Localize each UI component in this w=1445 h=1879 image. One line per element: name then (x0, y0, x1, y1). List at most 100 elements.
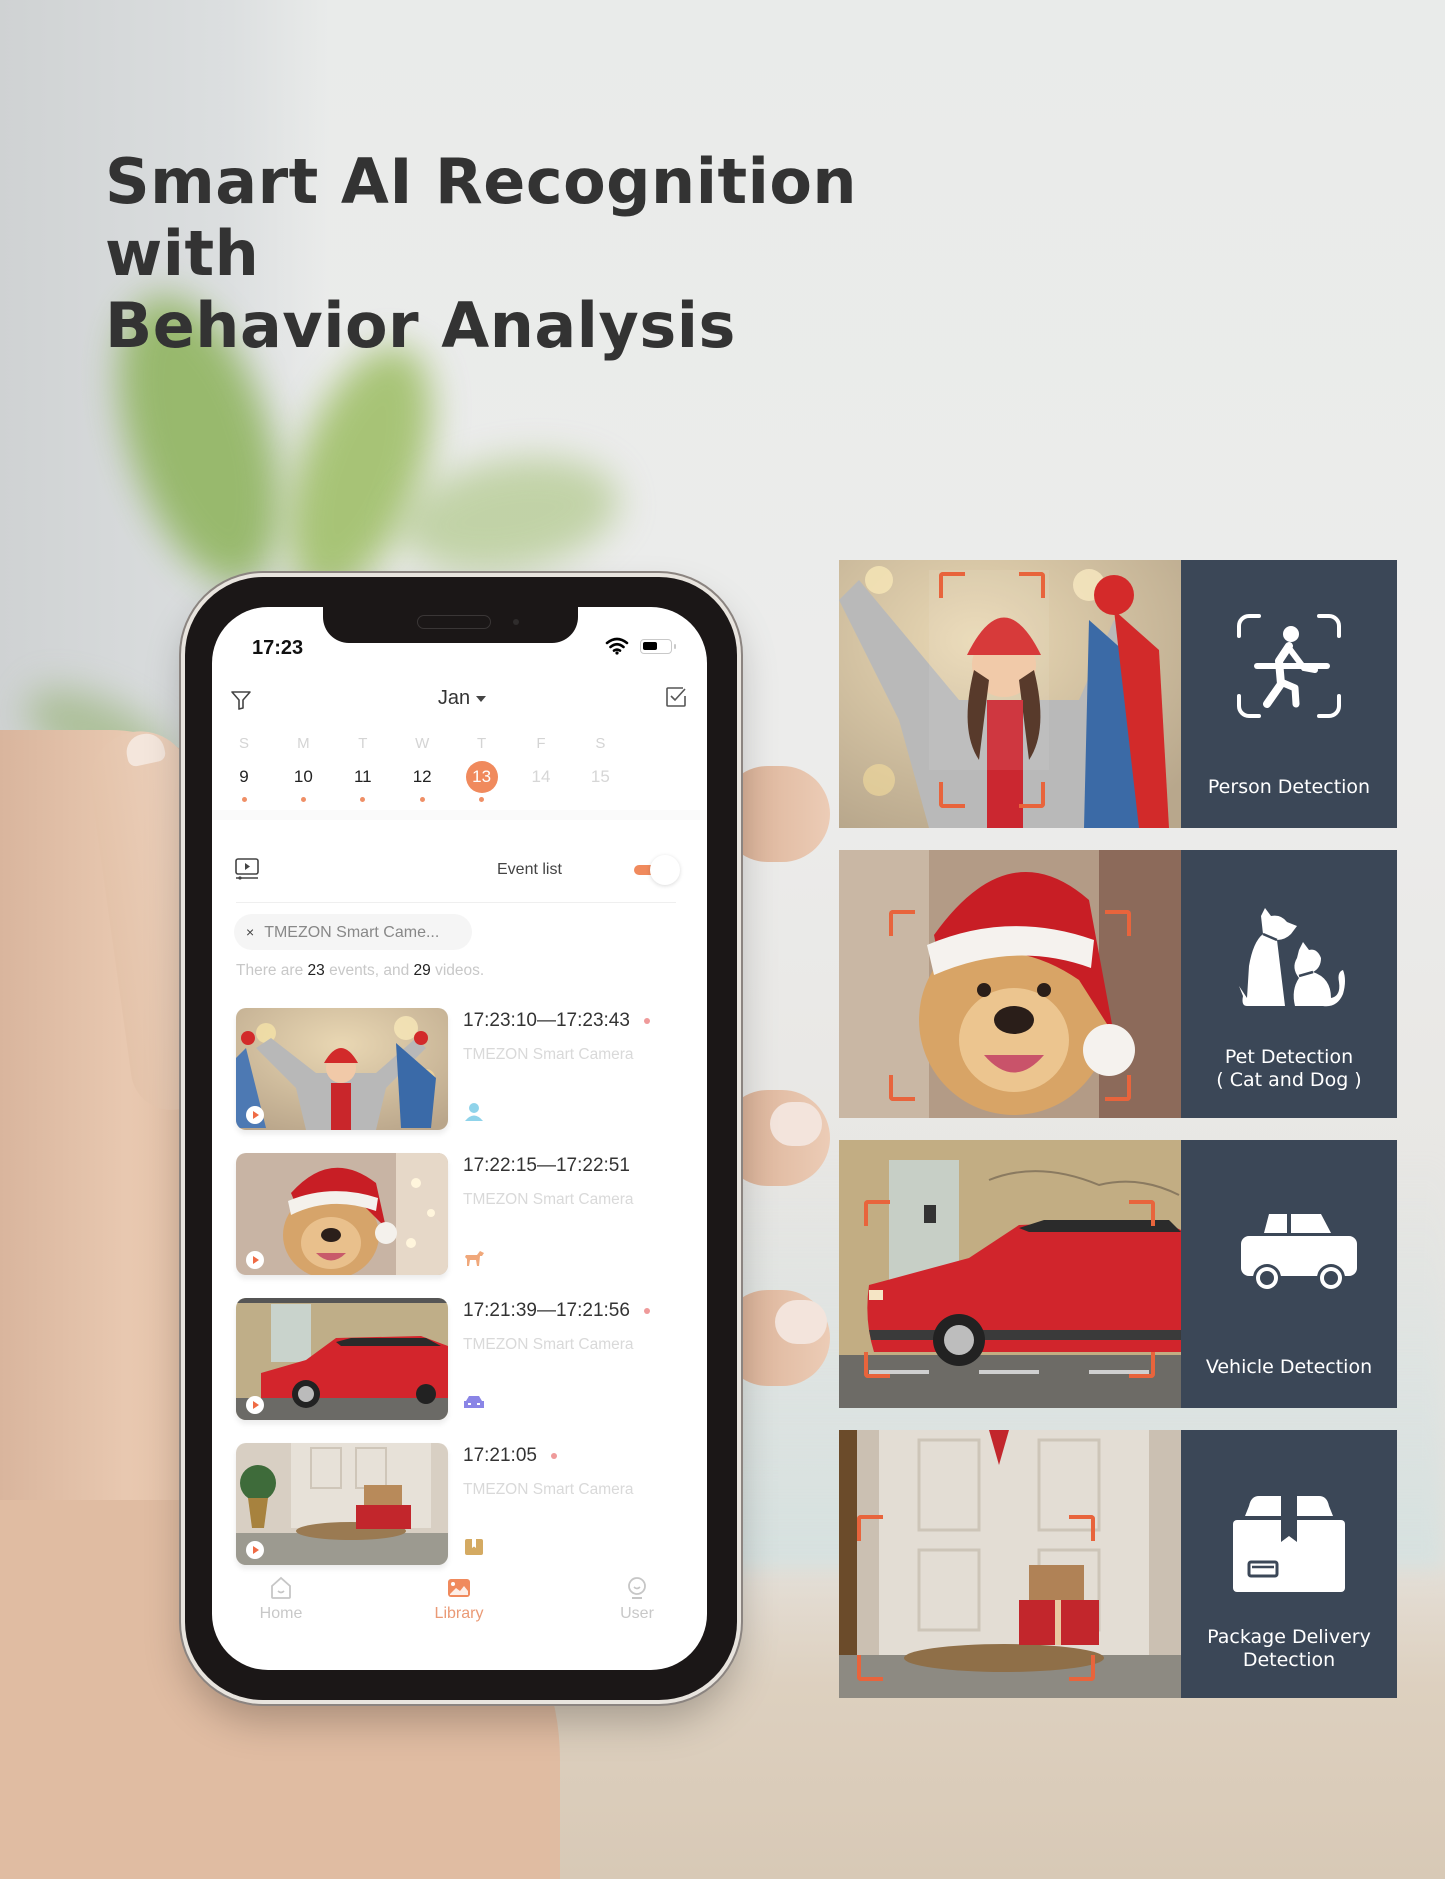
device-filter-chip[interactable]: × TMEZON Smart Came... (234, 914, 472, 950)
playback-icon[interactable] (234, 857, 260, 881)
event-time-range: 17:22:15—17:22:51 (463, 1155, 630, 1176)
filter-icon[interactable] (230, 689, 252, 711)
status-bar-time: 17:23 (252, 637, 304, 659)
background-plant-leaf (392, 441, 628, 589)
tab-home-label: Home (259, 1605, 303, 1622)
summary-text: There are (236, 962, 308, 979)
week-calendar: S 9 M 10 T 11 W 12 T 13 F 14 S 15 (212, 733, 707, 803)
calendar-day[interactable]: M 10 (273, 733, 333, 802)
detection-frame-corner (939, 572, 965, 598)
summary-text: events, and (324, 962, 414, 979)
package-detection-photo (839, 1430, 1181, 1698)
weekday-letter: T (358, 735, 368, 752)
has-events-dot (419, 797, 425, 802)
event-time-range: 17:23:10—17:23:43 (463, 1010, 630, 1031)
person-detection-icon (1237, 614, 1341, 718)
calendar-day[interactable]: S9 (214, 733, 274, 802)
unread-dot (643, 1017, 650, 1024)
detection-frame-corner (939, 782, 965, 808)
calendar-day[interactable]: W 12 (392, 733, 452, 802)
calendar-day[interactable]: T 13 (452, 733, 512, 802)
event-time: 17:21:39—17:21:56 (463, 1300, 650, 1322)
unread-dot (643, 1307, 650, 1314)
event-time: 17:23:10—17:23:43 (463, 1010, 650, 1032)
event-list-item[interactable]: 17:23:10—17:23:43 TMEZON Smart Camera (236, 1008, 686, 1132)
event-time: 17:21:05 (463, 1445, 557, 1467)
earpiece-speaker (417, 615, 491, 629)
play-icon[interactable] (246, 1396, 264, 1414)
car-icon (464, 1396, 484, 1408)
date-number: 14 (531, 767, 551, 786)
dog-icon (465, 1251, 484, 1266)
detection-frame-corner (1129, 1200, 1155, 1226)
event-camera-name: TMEZON Smart Camera (463, 1046, 634, 1063)
person-icon (465, 1103, 483, 1121)
tab-user[interactable]: User (587, 1575, 687, 1623)
event-list-toggle[interactable] (630, 855, 682, 885)
checkbox-select-icon[interactable] (664, 685, 688, 709)
package-icon (465, 1539, 483, 1555)
toggle-knob (650, 855, 680, 885)
month-dropdown[interactable]: Jan (402, 687, 522, 710)
tab-library[interactable]: Library (409, 1575, 509, 1623)
play-icon[interactable] (246, 1106, 264, 1124)
person-detection-card: Person Detection (1181, 560, 1397, 828)
calendar-day: S 15 (570, 733, 630, 793)
weekday-letter: S (595, 735, 606, 752)
chip-close-icon[interactable]: × (246, 924, 254, 940)
event-thumbnail-person[interactable] (236, 1008, 448, 1130)
has-events-dot (300, 797, 306, 802)
pet-detection-card: Pet Detection ( Cat and Dog ) (1181, 850, 1397, 1118)
finger-nail (770, 1102, 822, 1146)
event-list-item[interactable]: 17:21:39—17:21:56 TMEZON Smart Camera (236, 1298, 686, 1422)
pet-detection-photo (839, 850, 1181, 1118)
has-events-dot (479, 797, 485, 802)
event-list-item[interactable]: 17:21:05 TMEZON Smart Camera (236, 1443, 686, 1567)
event-time-range: 17:21:05 (463, 1445, 537, 1466)
event-thumbnail-vehicle[interactable] (236, 1298, 448, 1420)
vehicle-snapshot-image (236, 1298, 448, 1420)
selected-date: 13 (465, 761, 498, 793)
pet-detection-label: Pet Detection ( Cat and Dog ) (1181, 1046, 1397, 1092)
battery-icon (640, 639, 676, 654)
event-time-range: 17:21:39—17:21:56 (463, 1300, 630, 1321)
summary-text: videos. (430, 962, 485, 979)
event-list-item[interactable]: 17:22:15—17:22:51 TMEZON Smart Camera (236, 1153, 686, 1277)
event-thumbnail-package[interactable] (236, 1443, 448, 1565)
detection-frame-corner (1069, 1655, 1095, 1681)
feature-vehicle-detection: Vehicle Detection (839, 1140, 1397, 1408)
play-icon[interactable] (246, 1251, 264, 1269)
package-detection-subtitle: Detection (1242, 1649, 1336, 1671)
divider (236, 902, 676, 903)
event-list-label: Event list (497, 861, 562, 878)
event-time: 17:22:15—17:22:51 (463, 1155, 630, 1177)
event-thumbnail-pet[interactable] (236, 1153, 448, 1275)
wifi-icon (605, 637, 629, 655)
person-detection-photo (839, 560, 1181, 828)
date-number: 11 (353, 767, 372, 786)
user-icon (628, 1577, 646, 1599)
calendar-day: F 14 (511, 733, 571, 793)
weekday-letter: T (477, 735, 487, 752)
vehicle-detection-label: Vehicle Detection (1205, 1356, 1373, 1378)
date-number: 12 (412, 767, 432, 786)
section-separator (212, 810, 707, 820)
weekday-letter: W (415, 735, 430, 752)
date-number: 15 (590, 767, 610, 786)
play-icon[interactable] (246, 1541, 264, 1559)
feature-person-detection: Person Detection (839, 560, 1397, 828)
tab-home[interactable]: Home (231, 1575, 331, 1623)
tab-user-label: User (620, 1605, 654, 1622)
person-detection-label: Person Detection (1207, 776, 1371, 798)
weekday-letter: M (297, 735, 310, 752)
battery-tip (674, 644, 676, 649)
page-title: Smart AI Recognition with Behavior Analy… (105, 146, 1005, 362)
vehicle-detection-card: Vehicle Detection (1181, 1140, 1397, 1408)
detection-frame-corner (1105, 910, 1131, 936)
detection-frame-corner (1019, 572, 1045, 598)
package-detection-label: Package Delivery Detection (1181, 1626, 1397, 1672)
detection-frame-corner (1019, 782, 1045, 808)
calendar-day[interactable]: T 11 (333, 733, 393, 802)
vehicle-detection-photo (839, 1140, 1181, 1408)
detection-frame-corner (1069, 1515, 1095, 1541)
